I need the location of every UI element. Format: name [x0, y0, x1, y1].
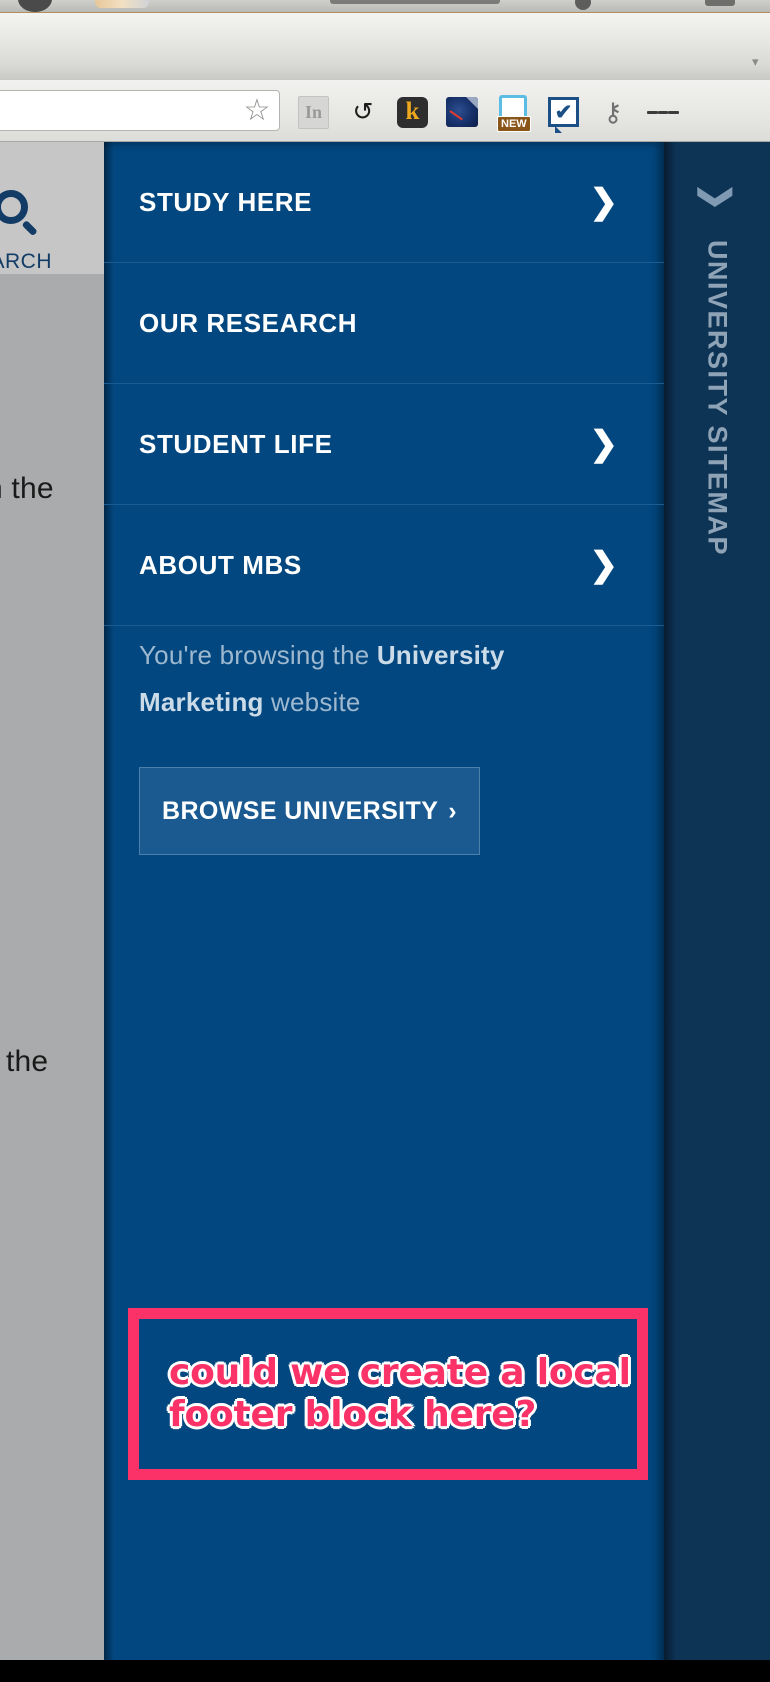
nav-item-label: OUR RESEARCH	[139, 307, 358, 338]
browsing-prefix: You're browsing the	[139, 640, 377, 670]
tab-thumbnail-1	[18, 0, 52, 12]
browsing-context-block: You're browsing the University Marketing…	[104, 632, 664, 726]
chevron-right-small-icon: ›	[448, 796, 457, 825]
search-label: EARCH	[0, 250, 53, 273]
page-bottom-bar	[0, 1660, 770, 1682]
tab-thumbnail-5	[705, 0, 735, 6]
menu-line-2	[657, 110, 669, 114]
nav-item-our-research[interactable]: OUR RESEARCH	[104, 263, 664, 384]
nav-menu-list: STUDY HERE ❯ OUR RESEARCH STUDENT LIFE ❯…	[104, 142, 664, 626]
nav-item-about-mbs[interactable]: ABOUT MBS ❯	[104, 505, 664, 626]
browser-tabstrip[interactable]	[0, 0, 770, 12]
nav-item-label: STUDY HERE	[139, 186, 313, 217]
annotation-text: could we create a local footer block her…	[169, 1352, 631, 1435]
menu-line-3	[668, 110, 680, 114]
speed-gauge-extension-icon[interactable]	[446, 96, 478, 128]
page-content-underlay: EARCH n the the	[0, 142, 104, 1682]
bookmark-star-icon[interactable]: ☆	[243, 96, 271, 126]
browse-university-button[interactable]: BROWSE UNIVERSITY ›	[139, 767, 480, 855]
key-extension-icon[interactable]: ⚷	[597, 96, 629, 128]
browser-menu-icon[interactable]	[647, 96, 680, 128]
page-viewport: EARCH n the the STUDY HERE ❯ OUR RESEARC…	[0, 142, 770, 1682]
chevron-right-icon: ❯	[589, 546, 619, 584]
annotation-box: could we create a local footer block her…	[128, 1308, 648, 1480]
browser-titlebar: ▾	[0, 12, 770, 80]
window-minimize-icon[interactable]: ▾	[752, 55, 766, 69]
screenshot-extension-icon[interactable]: NEW	[496, 95, 531, 132]
nav-item-label: ABOUT MBS	[139, 549, 302, 580]
address-bar[interactable]: ☆	[0, 90, 280, 131]
browser-toolbar: ☆ In ↺ k NEW ✔ ⚷	[0, 80, 770, 142]
magnifier-handle	[21, 220, 38, 237]
magnifier-ring	[0, 190, 28, 224]
browsing-suffix: website	[263, 687, 361, 717]
chevron-icon: ❯	[698, 182, 736, 212]
nav-item-study-here[interactable]: STUDY HERE ❯	[104, 142, 664, 263]
screenshot-root: ▾ ☆ In ↺ k NEW ✔ ⚷ RCH the the STUDY HER…	[0, 0, 770, 1682]
university-sitemap-label: UNIVERSITY SITEMAP	[702, 240, 733, 557]
content-text-fragment-2: the	[6, 1045, 49, 1078]
mobile-navigation-drawer: STUDY HERE ❯ OUR RESEARCH STUDENT LIFE ❯…	[104, 142, 664, 1682]
content-text-fragment-1: n the	[0, 472, 54, 505]
university-sitemap-tab[interactable]: ❯ UNIVERSITY SITEMAP	[664, 142, 770, 1682]
linkedin-extension-icon[interactable]: In	[298, 95, 329, 129]
browsing-context-text: You're browsing the University Marketing…	[139, 632, 629, 726]
menu-line-1	[647, 110, 658, 114]
chevron-right-icon: ❯	[589, 425, 619, 463]
tab-thumbnail-4	[575, 0, 591, 10]
search-button[interactable]: EARCH	[0, 142, 104, 274]
browser-chrome: ▾ ☆ In ↺ k NEW ✔ ⚷	[0, 0, 770, 142]
kaltura-extension-icon[interactable]: k	[397, 96, 428, 128]
nav-item-student-life[interactable]: STUDENT LIFE ❯	[104, 384, 664, 505]
nav-item-label: STUDENT LIFE	[139, 428, 333, 459]
tab-thumbnail-2	[95, 0, 149, 8]
new-badge: NEW	[497, 116, 531, 132]
checkbox-extension-icon[interactable]: ✔	[548, 97, 579, 133]
chevron-right-icon: ❯	[589, 183, 619, 221]
magnifier-icon	[0, 190, 40, 237]
gauge-glyph	[446, 97, 478, 127]
browse-university-label: BROWSE UNIVERSITY	[162, 796, 439, 825]
extension-toolbar: In ↺ k NEW ✔ ⚷	[298, 94, 680, 133]
tab-thumbnail-3	[330, 0, 500, 4]
sync-extension-icon[interactable]: ↺	[347, 96, 379, 128]
